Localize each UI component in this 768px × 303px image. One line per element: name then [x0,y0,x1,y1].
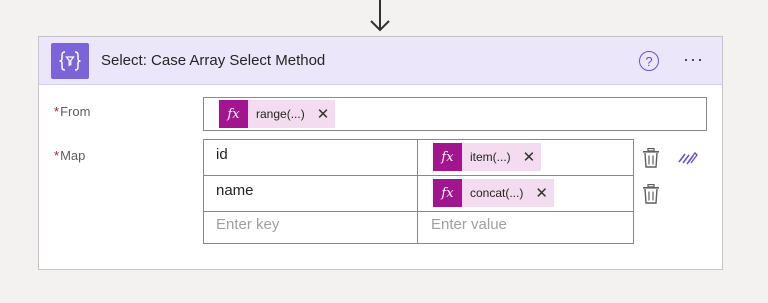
new-value-input[interactable]: Enter value [419,212,633,243]
from-label-text: From [60,104,91,119]
function-fx-icon: fx [219,100,248,128]
item-expression-token[interactable]: fx item(...) ✕ [433,143,542,171]
map-value-cell[interactable]: fx item(...) ✕ [419,140,633,175]
from-label: *From [54,104,90,119]
more-options-icon[interactable]: ··· [683,49,704,70]
action-header[interactable]: Select: Case Array Select Method ? ··· [39,37,722,85]
action-title[interactable]: Select: Case Array Select Method [101,52,325,69]
remove-token-icon[interactable]: ✕ [317,105,330,123]
function-fx-icon: fx [433,179,462,207]
delete-row-icon[interactable] [642,184,660,204]
map-key-cell[interactable]: name [204,176,418,211]
map-key-cell[interactable]: id [204,140,418,175]
map-label-text: Map [60,148,86,163]
function-fx-icon: fx [433,143,462,171]
token-label: concat(...) [470,186,524,200]
map-row: id fx item(...) ✕ [204,140,633,176]
remove-token-icon[interactable]: ✕ [535,184,548,202]
select-action-card: Select: Case Array Select Method ? ··· *… [38,36,723,270]
map-row: name fx concat(...) ✕ [204,176,633,212]
concat-expression-token[interactable]: fx concat(...) ✕ [433,179,554,207]
new-key-input[interactable]: Enter key [204,212,418,243]
help-icon[interactable]: ? [639,51,659,71]
required-asterisk: * [54,104,60,119]
value-placeholder: Enter value [431,216,507,233]
map-row-new: Enter key Enter value [204,212,633,243]
token-label: item(...) [470,150,511,164]
select-filter-icon [51,43,89,79]
map-value-cell[interactable]: fx concat(...) ✕ [419,176,633,211]
range-expression-token[interactable]: fx range(...) ✕ [219,100,336,128]
map-table: id fx item(...) ✕ name fx concat(...) ✕ [203,139,634,244]
map-key-text: id [216,146,228,163]
remove-token-icon[interactable]: ✕ [523,148,536,166]
flow-down-arrow-icon [370,0,390,32]
map-label: *Map [54,148,85,163]
key-placeholder: Enter key [216,216,280,233]
map-key-text: name [216,182,254,199]
delete-row-icon[interactable] [642,148,660,168]
from-input[interactable]: fx range(...) ✕ [203,97,707,131]
required-asterisk: * [54,148,60,163]
switch-to-text-mode-icon[interactable] [677,150,699,166]
token-label: range(...) [256,107,305,121]
